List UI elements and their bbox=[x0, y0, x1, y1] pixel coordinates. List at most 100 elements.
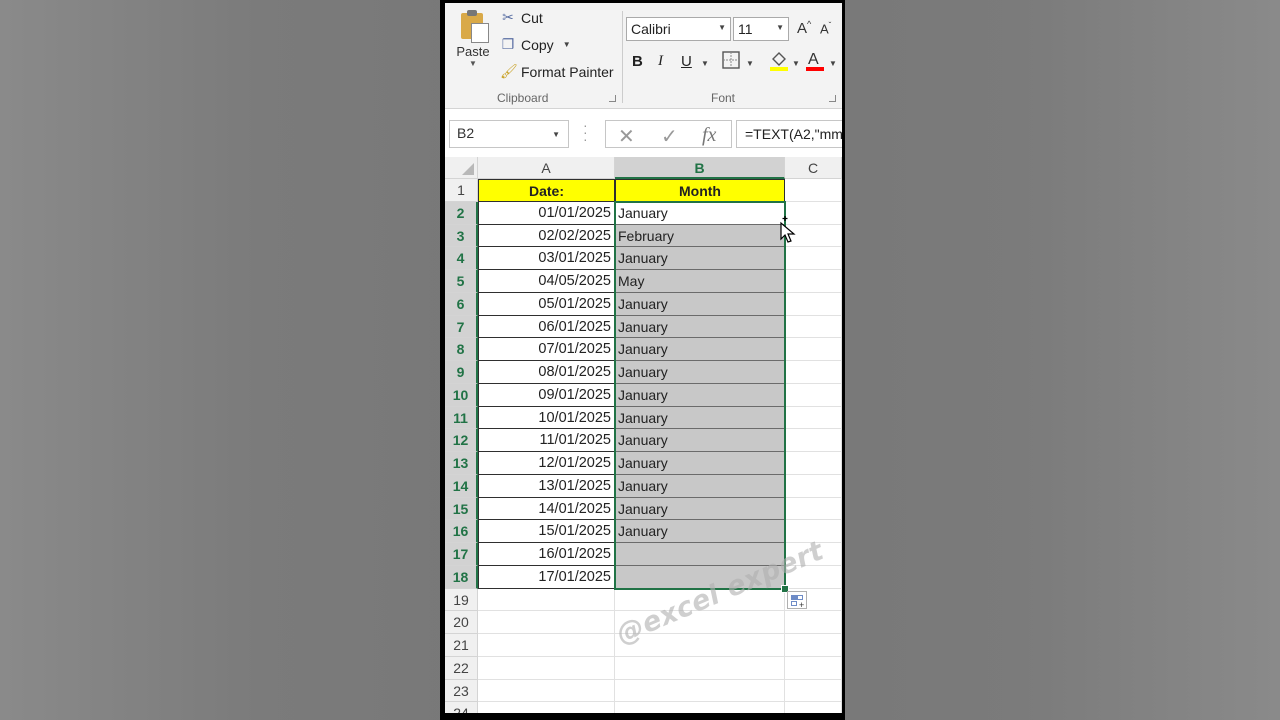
date-cell[interactable]: 01/01/2025 bbox=[478, 201, 615, 225]
cell[interactable] bbox=[785, 338, 842, 361]
date-cell[interactable]: 02/02/2025 bbox=[478, 224, 615, 248]
month-cell[interactable]: January bbox=[615, 361, 785, 384]
row-header-6[interactable]: 6 bbox=[445, 292, 478, 316]
row-header-14[interactable]: 14 bbox=[445, 474, 478, 498]
month-cell[interactable]: January bbox=[615, 452, 785, 475]
quick-analysis-button[interactable]: + bbox=[787, 590, 807, 610]
cell[interactable] bbox=[785, 247, 842, 270]
cell[interactable] bbox=[785, 315, 842, 339]
cell[interactable] bbox=[785, 497, 842, 521]
cell[interactable] bbox=[478, 634, 615, 657]
drag-handle-icon[interactable]: · · · bbox=[583, 118, 588, 146]
font-launcher-icon[interactable] bbox=[829, 95, 836, 102]
month-cell[interactable]: January bbox=[615, 497, 785, 521]
italic-button[interactable]: I bbox=[658, 53, 663, 70]
row-header-21[interactable]: 21 bbox=[445, 634, 478, 657]
cell[interactable] bbox=[785, 611, 842, 634]
column-header-a[interactable]: A bbox=[478, 157, 615, 179]
fill-color-dropdown-icon[interactable]: ▼ bbox=[792, 59, 800, 68]
row-header-17[interactable]: 17 bbox=[445, 543, 478, 566]
cell[interactable] bbox=[785, 452, 842, 475]
cell[interactable] bbox=[785, 179, 842, 202]
date-cell[interactable]: 06/01/2025 bbox=[478, 315, 615, 339]
fill-color-button[interactable] bbox=[769, 50, 789, 76]
month-cell[interactable]: May bbox=[615, 270, 785, 293]
row-header-5[interactable]: 5 bbox=[445, 270, 478, 293]
cell[interactable] bbox=[615, 679, 785, 703]
font-size-select[interactable]: 11 ▼ bbox=[733, 17, 789, 41]
cut-button[interactable]: ✂ Cut bbox=[500, 9, 543, 26]
date-cell[interactable]: 15/01/2025 bbox=[478, 520, 615, 543]
row-header-1[interactable]: 1 bbox=[445, 179, 478, 202]
row-header-22[interactable]: 22 bbox=[445, 656, 478, 680]
name-box[interactable]: B2 ▼ bbox=[449, 120, 569, 148]
borders-dropdown-icon[interactable]: ▼ bbox=[746, 59, 754, 68]
row-header-15[interactable]: 15 bbox=[445, 497, 478, 521]
row-header-16[interactable]: 16 bbox=[445, 520, 478, 543]
cell[interactable] bbox=[478, 588, 615, 612]
copy-dropdown-icon[interactable]: ▼ bbox=[563, 40, 571, 49]
month-cell[interactable]: January bbox=[615, 315, 785, 339]
cell[interactable] bbox=[785, 429, 842, 452]
underline-button[interactable]: U bbox=[681, 53, 692, 70]
cell[interactable] bbox=[785, 634, 842, 657]
cell[interactable] bbox=[478, 611, 615, 634]
row-header-20[interactable]: 20 bbox=[445, 611, 478, 634]
row-header-8[interactable]: 8 bbox=[445, 338, 478, 361]
cell[interactable] bbox=[785, 270, 842, 293]
header-cell-month[interactable]: Month bbox=[615, 179, 785, 202]
paste-dropdown-icon[interactable]: ▼ bbox=[453, 59, 493, 68]
row-header-24[interactable]: 24 bbox=[445, 702, 478, 713]
cell[interactable] bbox=[615, 702, 785, 713]
date-cell[interactable]: 13/01/2025 bbox=[478, 474, 615, 498]
cell[interactable] bbox=[478, 679, 615, 703]
row-header-4[interactable]: 4 bbox=[445, 247, 478, 270]
row-header-18[interactable]: 18 bbox=[445, 565, 478, 589]
row-header-3[interactable]: 3 bbox=[445, 224, 478, 248]
month-cell[interactable]: January bbox=[615, 520, 785, 543]
row-header-11[interactable]: 11 bbox=[445, 406, 478, 430]
date-cell[interactable]: 03/01/2025 bbox=[478, 247, 615, 270]
date-cell[interactable]: 08/01/2025 bbox=[478, 361, 615, 384]
month-cell[interactable]: January bbox=[615, 247, 785, 270]
grow-font-button[interactable]: A^ bbox=[797, 19, 811, 37]
month-cell[interactable]: January bbox=[615, 383, 785, 407]
insert-function-icon[interactable]: fx bbox=[702, 124, 716, 147]
cell[interactable] bbox=[785, 656, 842, 680]
select-all-button[interactable] bbox=[445, 157, 478, 179]
month-cell[interactable]: January bbox=[615, 338, 785, 361]
formula-input[interactable]: =TEXT(A2,"mm bbox=[736, 120, 842, 148]
date-cell[interactable]: 12/01/2025 bbox=[478, 452, 615, 475]
date-cell[interactable]: 07/01/2025 bbox=[478, 338, 615, 361]
row-header-12[interactable]: 12 bbox=[445, 429, 478, 452]
date-cell[interactable]: 14/01/2025 bbox=[478, 497, 615, 521]
date-cell[interactable]: 04/05/2025 bbox=[478, 270, 615, 293]
month-cell[interactable]: January bbox=[615, 292, 785, 316]
month-cell[interactable]: January bbox=[615, 429, 785, 452]
date-cell[interactable]: 10/01/2025 bbox=[478, 406, 615, 430]
month-cell[interactable]: January bbox=[615, 406, 785, 430]
font-color-dropdown-icon[interactable]: ▼ bbox=[829, 59, 837, 68]
enter-check-icon[interactable]: ✓ bbox=[661, 124, 678, 149]
date-cell[interactable]: 05/01/2025 bbox=[478, 292, 615, 316]
format-painter-button[interactable]: 🖌 Format Painter bbox=[500, 63, 614, 80]
paste-button[interactable]: Paste ▼ bbox=[453, 9, 493, 68]
font-color-button[interactable]: A bbox=[805, 49, 825, 77]
row-header-23[interactable]: 23 bbox=[445, 679, 478, 703]
row-header-7[interactable]: 7 bbox=[445, 315, 478, 339]
shrink-font-button[interactable]: Aˇ bbox=[820, 21, 831, 36]
cell[interactable] bbox=[785, 679, 842, 703]
row-header-19[interactable]: 19 bbox=[445, 588, 478, 612]
cell[interactable] bbox=[478, 702, 615, 713]
bold-button[interactable]: B bbox=[632, 53, 643, 70]
cell[interactable] bbox=[615, 656, 785, 680]
date-cell[interactable]: 16/01/2025 bbox=[478, 543, 615, 566]
date-cell[interactable]: 11/01/2025 bbox=[478, 429, 615, 452]
copy-button[interactable]: ❐ Copy ▼ bbox=[500, 36, 571, 53]
cell[interactable] bbox=[785, 383, 842, 407]
cancel-icon[interactable]: ✕ bbox=[618, 124, 635, 149]
clipboard-launcher-icon[interactable] bbox=[609, 95, 616, 102]
cell[interactable] bbox=[785, 474, 842, 498]
date-cell[interactable]: 17/01/2025 bbox=[478, 565, 615, 589]
month-cell[interactable]: February bbox=[615, 224, 785, 248]
